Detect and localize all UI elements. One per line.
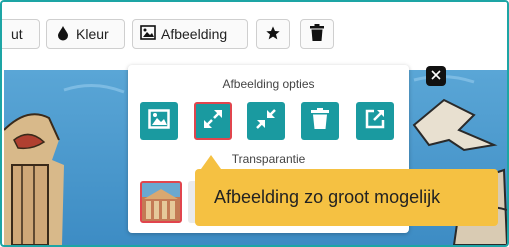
tooltip-text: Afbeelding zo groot mogelijk <box>214 187 441 207</box>
cut-button[interactable]: ut <box>2 19 40 49</box>
shrink-icon <box>255 108 277 135</box>
favorite-button[interactable] <box>256 19 290 49</box>
maximize-image-button[interactable] <box>194 102 232 140</box>
choose-image-button[interactable] <box>140 102 178 140</box>
remove-image-button[interactable] <box>301 102 339 140</box>
expand-icon <box>202 108 224 135</box>
image-button-label: Afbeelding <box>161 26 228 42</box>
close-button[interactable] <box>426 66 446 86</box>
image-button[interactable]: Afbeelding <box>132 19 248 49</box>
minimize-image-button[interactable] <box>247 102 285 140</box>
star-icon <box>265 25 281 44</box>
image-icon <box>140 25 156 43</box>
cut-button-label: ut <box>11 26 23 42</box>
trash-icon <box>310 24 324 44</box>
tooltip-arrow <box>201 155 221 169</box>
external-link-icon <box>364 108 386 135</box>
color-button[interactable]: Kleur <box>46 19 125 49</box>
tooltip: Afbeelding zo groot mogelijk <box>195 169 498 226</box>
trash-icon <box>311 108 329 134</box>
open-image-button[interactable] <box>356 102 394 140</box>
close-icon <box>431 67 441 85</box>
toolbar: ut Kleur Afbeelding <box>2 2 507 62</box>
image-icon <box>148 108 170 134</box>
popup-title: Afbeelding opties <box>222 77 315 91</box>
color-button-label: Kleur <box>76 26 109 42</box>
delete-button[interactable] <box>300 19 334 49</box>
transparency-thumbnail[interactable] <box>140 181 182 223</box>
transparency-label: Transparantie <box>231 152 306 166</box>
droplet-icon <box>56 25 70 44</box>
